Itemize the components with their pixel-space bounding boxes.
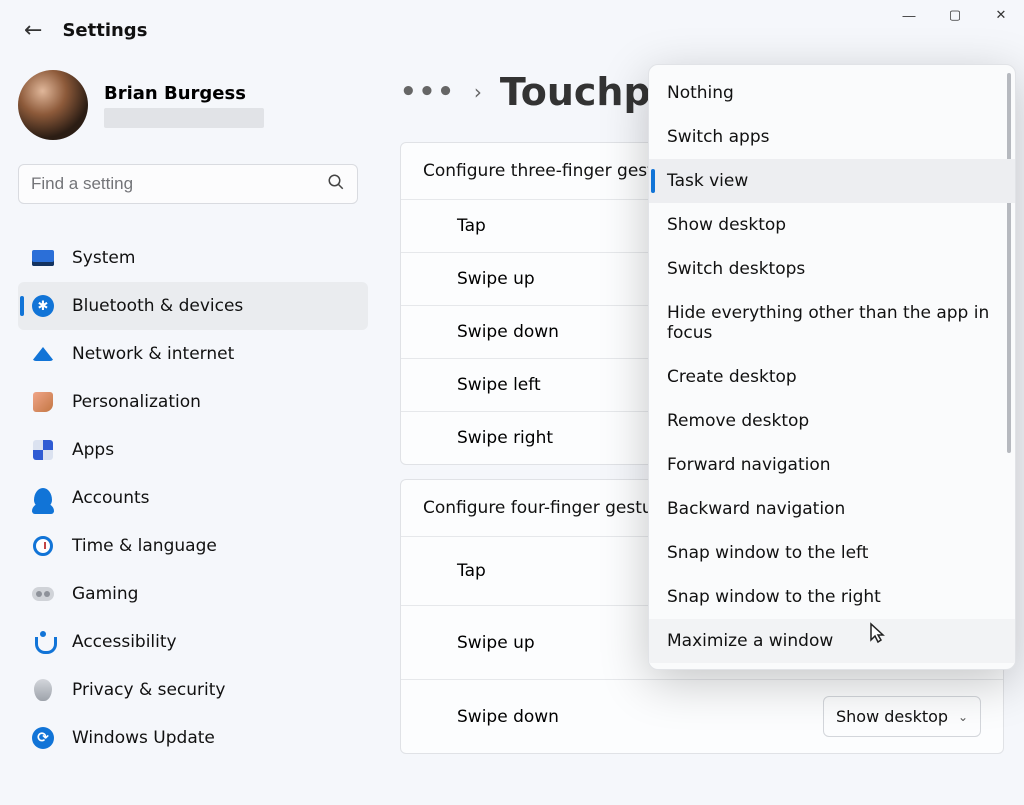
wifi-icon (30, 341, 56, 367)
row-label: Tap (457, 216, 486, 236)
accessibility-icon (30, 629, 56, 655)
chevron-right-icon: › (474, 80, 482, 104)
nav-item-accessibility[interactable]: Accessibility (18, 618, 368, 666)
nav-label: Privacy & security (72, 680, 226, 700)
update-icon: ⟳ (30, 725, 56, 751)
nav-label: Network & internet (72, 344, 234, 364)
search-icon (327, 173, 345, 196)
window-minimize-button[interactable]: — (886, 0, 932, 30)
dropdown-option[interactable]: Hide everything other than the app in fo… (649, 291, 1015, 355)
nav-label: Apps (72, 440, 114, 460)
system-icon (30, 245, 56, 271)
nav-item-bluetooth-devices[interactable]: ✱ Bluetooth & devices (18, 282, 368, 330)
row-label: Swipe up (457, 269, 535, 289)
dropdown-option[interactable]: Switch apps (649, 115, 1015, 159)
nav-label: Windows Update (72, 728, 215, 748)
gesture-row-swipe-down-4: Swipe down Show desktop ⌄ (401, 679, 1003, 753)
chevron-down-icon: ⌄ (958, 710, 968, 724)
nav-label: Gaming (72, 584, 138, 604)
window-maximize-button[interactable]: ▢ (932, 0, 978, 30)
dropdown-option[interactable]: Switch desktops (649, 247, 1015, 291)
avatar (18, 70, 88, 140)
dropdown-option[interactable]: Show desktop (649, 203, 1015, 247)
apps-icon (30, 437, 56, 463)
bluetooth-icon: ✱ (30, 293, 56, 319)
search-input-container[interactable] (18, 164, 358, 204)
nav-item-network[interactable]: Network & internet (18, 330, 368, 378)
nav-label: Time & language (72, 536, 217, 556)
gesture-select[interactable]: Show desktop ⌄ (823, 696, 981, 737)
dropdown-option[interactable]: Snap window to the right (649, 575, 1015, 619)
shield-icon (30, 677, 56, 703)
profile-name: Brian Burgess (104, 83, 264, 104)
back-button[interactable]: ← (24, 18, 42, 43)
row-label: Swipe down (457, 707, 559, 727)
breadcrumb-more-icon[interactable]: ••• (400, 77, 456, 107)
nav-item-accounts[interactable]: Accounts (18, 474, 368, 522)
gesture-dropdown[interactable]: Nothing Switch apps Task view Show deskt… (648, 64, 1016, 670)
dropdown-option[interactable]: Create desktop (649, 355, 1015, 399)
select-value: Show desktop (836, 707, 948, 726)
gaming-icon (30, 581, 56, 607)
nav-label: Bluetooth & devices (72, 296, 243, 316)
app-title: Settings (62, 20, 147, 41)
nav-item-system[interactable]: System (18, 234, 368, 282)
nav-item-gaming[interactable]: Gaming (18, 570, 368, 618)
dropdown-option[interactable]: Forward navigation (649, 443, 1015, 487)
search-input[interactable] (31, 174, 327, 194)
dropdown-list: Nothing Switch apps Task view Show deskt… (649, 71, 1015, 663)
dropdown-option[interactable]: Nothing (649, 71, 1015, 115)
profile-email-placeholder (104, 108, 264, 128)
window-controls: — ▢ ✕ (886, 0, 1024, 30)
dropdown-option[interactable]: Backward navigation (649, 487, 1015, 531)
row-label: Swipe left (457, 375, 541, 395)
accounts-icon (30, 485, 56, 511)
nav-label: Personalization (72, 392, 201, 412)
row-label: Swipe down (457, 322, 559, 342)
row-label: Swipe right (457, 428, 553, 448)
nav-list: System ✱ Bluetooth & devices Network & i… (18, 234, 368, 762)
nav-item-apps[interactable]: Apps (18, 426, 368, 474)
nav-label: Accounts (72, 488, 150, 508)
dropdown-option[interactable]: Remove desktop (649, 399, 1015, 443)
window-close-button[interactable]: ✕ (978, 0, 1024, 30)
dropdown-option[interactable]: Snap window to the left (649, 531, 1015, 575)
profile-panel[interactable]: Brian Burgess (18, 70, 368, 140)
nav-item-time-language[interactable]: Time & language (18, 522, 368, 570)
row-label: Swipe up (457, 633, 535, 653)
nav-label: System (72, 248, 135, 268)
nav-item-privacy-security[interactable]: Privacy & security (18, 666, 368, 714)
dropdown-option[interactable]: Maximize a window (649, 619, 1015, 663)
nav-item-windows-update[interactable]: ⟳ Windows Update (18, 714, 368, 762)
clock-icon (30, 533, 56, 559)
nav-item-personalization[interactable]: Personalization (18, 378, 368, 426)
personalization-icon (30, 389, 56, 415)
row-label: Tap (457, 561, 486, 581)
nav-label: Accessibility (72, 632, 177, 652)
dropdown-option[interactable]: Task view (649, 159, 1015, 203)
